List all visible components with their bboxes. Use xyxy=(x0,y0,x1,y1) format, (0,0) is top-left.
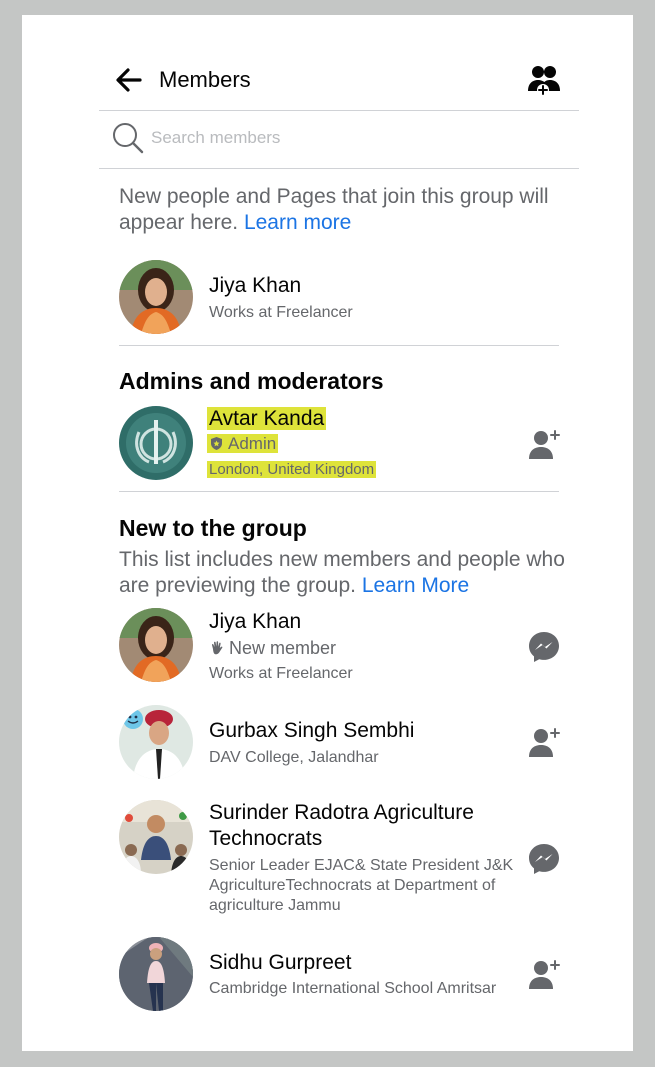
profile-photo-khanda-icon xyxy=(119,406,193,480)
section-divider xyxy=(119,491,559,492)
member-name[interactable]: Jiya Khan xyxy=(209,609,301,635)
admin-name[interactable]: Avtar Kanda xyxy=(207,406,327,432)
notice-learn-more-link[interactable]: Learn more xyxy=(244,211,351,234)
back-button[interactable] xyxy=(112,63,146,97)
avatar[interactable] xyxy=(119,937,193,1011)
member-name[interactable]: Sidhu Gurpreet xyxy=(209,950,351,976)
member-name[interactable]: Gurbax Singh Sembhi xyxy=(209,718,414,744)
profile-photo-man-standing-icon xyxy=(119,937,193,1011)
new-members-learn-more-link[interactable]: Learn More xyxy=(362,574,469,597)
member-name[interactable]: Jiya Khan xyxy=(209,273,301,299)
member-name[interactable]: Surinder Radotra Agriculture Technocrats xyxy=(209,800,509,852)
admin-shield-icon xyxy=(211,437,222,450)
arrow-left-icon xyxy=(116,68,142,92)
admin-role-badge: Admin xyxy=(207,433,279,455)
avatar[interactable] xyxy=(119,608,193,682)
messenger-icon xyxy=(529,632,559,662)
avatar[interactable] xyxy=(119,800,193,874)
member-subtitle: Senior Leader EJAC& State President J&K … xyxy=(209,857,514,914)
invite-members-button[interactable] xyxy=(525,63,565,99)
member-subtitle: Works at Freelancer xyxy=(209,665,353,682)
admin-location-text: London, United Kingdom xyxy=(207,461,377,478)
message-button[interactable] xyxy=(526,841,562,877)
avatar[interactable] xyxy=(119,260,193,334)
section-divider xyxy=(119,345,559,346)
messenger-icon xyxy=(529,844,559,874)
new-members-description: This list includes new members and peopl… xyxy=(119,547,569,599)
notice-text: New people and Pages that join this grou… xyxy=(119,184,569,236)
profile-photo-woman-icon xyxy=(119,608,193,682)
member-subtitle: Cambridge International School Amritsar xyxy=(209,980,497,997)
admin-name-text: Avtar Kanda xyxy=(207,407,327,430)
member-subtitle: Works at Freelancer xyxy=(209,304,353,321)
new-members-section-title: New to the group xyxy=(119,515,307,541)
admin-role-text: Admin xyxy=(228,434,277,453)
search-icon xyxy=(111,121,145,155)
avatar[interactable] xyxy=(119,705,193,779)
members-screen: Members New people and Pages that join t… xyxy=(99,45,579,1030)
new-members-description-text: This list includes new members and peopl… xyxy=(119,548,565,597)
admin-location: London, United Kingdom xyxy=(207,460,377,480)
profile-photo-woman-icon xyxy=(119,260,193,334)
add-friend-icon xyxy=(529,728,560,757)
add-friend-button[interactable] xyxy=(526,957,562,993)
header-divider xyxy=(99,110,579,111)
avatar[interactable] xyxy=(119,406,193,480)
add-friend-icon xyxy=(529,430,560,459)
search-input[interactable] xyxy=(151,125,551,151)
message-button[interactable] xyxy=(526,629,562,665)
add-friend-icon xyxy=(529,960,560,989)
page-title: Members xyxy=(159,67,251,92)
waving-hand-icon xyxy=(211,641,223,655)
admins-section-title: Admins and moderators xyxy=(119,368,384,394)
member-subtitle: DAV College, Jalandhar xyxy=(209,749,379,766)
add-friend-button[interactable] xyxy=(526,427,562,463)
search-divider xyxy=(99,168,579,169)
profile-photo-speaker-icon xyxy=(119,800,193,874)
add-people-icon xyxy=(528,66,560,96)
profile-photo-man-turban-icon xyxy=(119,705,193,779)
add-friend-button[interactable] xyxy=(526,725,562,761)
new-member-badge: New member xyxy=(209,637,336,659)
new-member-badge-text: New member xyxy=(229,638,337,658)
